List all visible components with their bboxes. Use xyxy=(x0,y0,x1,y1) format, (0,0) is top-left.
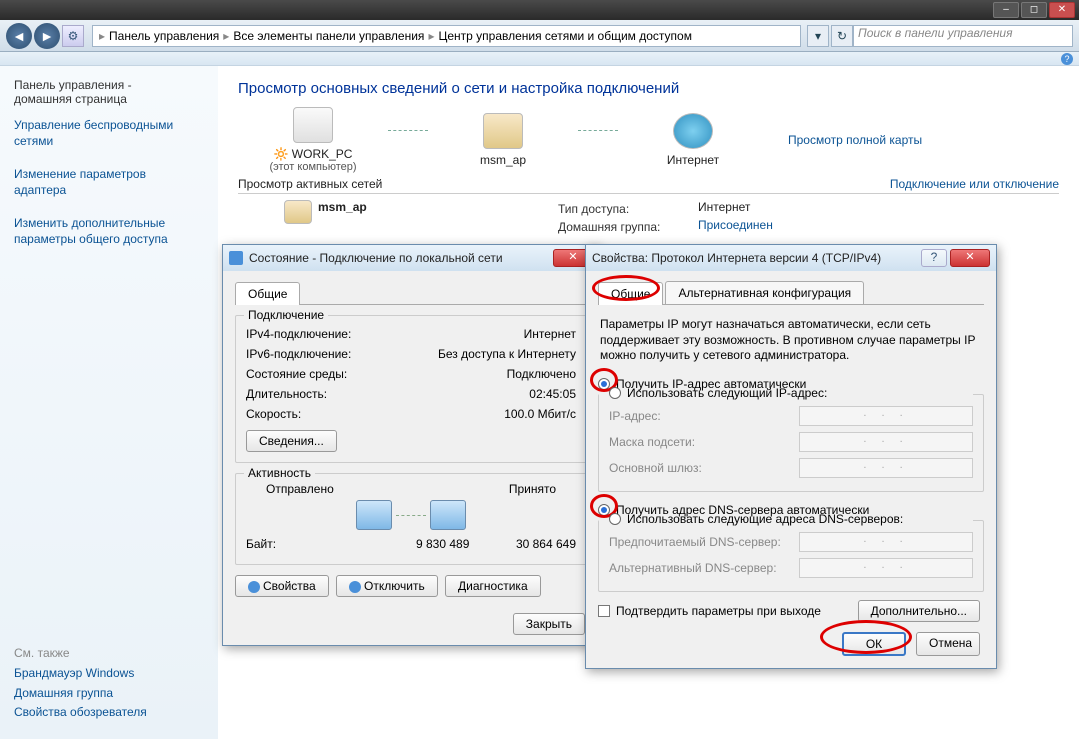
breadcrumb-dropdown[interactable]: ▾ xyxy=(807,25,829,47)
command-bar: ? xyxy=(0,52,1079,66)
house-icon xyxy=(284,200,312,224)
tab-general[interactable]: Общие xyxy=(235,282,300,305)
advanced-button[interactable]: Дополнительно... xyxy=(858,600,980,622)
static-dns-group: Использовать следующие адреса DNS-сервер… xyxy=(598,520,984,592)
refresh-button[interactable]: ↻ xyxy=(831,25,853,47)
tab-alt-config[interactable]: Альтернативная конфигурация xyxy=(665,281,864,304)
intro-text: Параметры IP могут назначаться автоматич… xyxy=(598,315,984,374)
maximize-button[interactable]: ◻ xyxy=(1021,2,1047,18)
shield-icon xyxy=(349,581,361,593)
dialog-titlebar[interactable]: Свойства: Протокол Интернета версии 4 (T… xyxy=(586,245,996,271)
monitor-recv-icon xyxy=(430,500,466,530)
dialog-title: Состояние - Подключение по локальной сет… xyxy=(249,251,503,265)
properties-button[interactable]: Свойства xyxy=(235,575,329,597)
network-icon xyxy=(229,251,243,265)
chevron-right-icon: ▸ xyxy=(97,29,107,43)
globe-icon xyxy=(673,113,713,149)
monitor-sent-icon xyxy=(356,500,392,530)
sidebar-home[interactable]: Панель управления -домашняя страница xyxy=(14,78,204,106)
network-name[interactable]: msm_ap xyxy=(318,200,367,214)
breadcrumb-item[interactable]: Все элементы панели управления xyxy=(231,29,426,43)
map-node-network[interactable]: msm_ap xyxy=(428,113,578,167)
dialog-title: Свойства: Протокол Интернета версии 4 (T… xyxy=(592,251,881,265)
close-button[interactable]: ✕ xyxy=(1049,2,1075,18)
see-firewall[interactable]: Брандмауэр Windows xyxy=(14,666,204,682)
tab-row: Общие Альтернативная конфигурация xyxy=(598,281,984,305)
sent-label: Отправлено xyxy=(266,482,334,496)
control-panel-icon: ⚙ xyxy=(62,25,84,47)
see-also: См. также Брандмауэр Windows Домашняя гр… xyxy=(14,646,204,725)
map-node-pc[interactable]: 🔆 WORK_PC (этот компьютер) xyxy=(238,107,388,173)
connection-line xyxy=(388,130,428,131)
ok-button[interactable]: ОК xyxy=(842,632,906,656)
details-button[interactable]: Сведения... xyxy=(246,430,337,452)
sidebar-link-sharing[interactable]: Изменить дополнительныепараметры общего … xyxy=(14,216,204,247)
see-browser[interactable]: Свойства обозревателя xyxy=(14,705,204,721)
titlebar: – ◻ ✕ xyxy=(0,0,1079,20)
dialog-titlebar[interactable]: Состояние - Подключение по локальной сет… xyxy=(223,245,599,271)
mask-field: . . . xyxy=(799,432,973,452)
breadcrumb-item[interactable]: Панель управления xyxy=(107,29,221,43)
cancel-button[interactable]: Отмена xyxy=(916,632,980,656)
active-nets-label: Просмотр активных сетей xyxy=(238,177,382,191)
homegroup-label: Домашняя группа: xyxy=(558,218,698,236)
tab-general[interactable]: Общие xyxy=(598,282,663,305)
dns1-field: . . . xyxy=(799,532,973,552)
dns2-field: . . . xyxy=(799,558,973,578)
chevron-right-icon: ▸ xyxy=(221,29,231,43)
ip-field: . . . xyxy=(799,406,973,426)
activity-group: Активность Отправлено Принято Байт: 9 83… xyxy=(235,473,587,565)
sidebar-link-wireless[interactable]: Управление беспроводнымисетями xyxy=(14,118,204,149)
help-icon[interactable]: ? xyxy=(1061,53,1073,65)
network-map: 🔆 WORK_PC (этот компьютер) msm_ap Интерн… xyxy=(238,107,1059,173)
ipv4-dialog: Свойства: Протокол Интернета версии 4 (T… xyxy=(585,244,997,669)
breadcrumb-item[interactable]: Центр управления сетями и общим доступом xyxy=(436,29,694,43)
forward-button[interactable]: ► xyxy=(34,23,60,49)
radio-auto-ip[interactable]: Получить IP-адрес автоматически xyxy=(598,374,984,394)
shield-icon xyxy=(248,581,260,593)
sidebar-link-adapter[interactable]: Изменение параметровадаптера xyxy=(14,167,204,198)
see-homegroup[interactable]: Домашняя группа xyxy=(14,686,204,702)
connection-group: Подключение IPv4-подключение:Интернет IP… xyxy=(235,315,587,463)
diagnose-button[interactable]: Диагностика xyxy=(445,575,541,597)
validate-checkbox[interactable]: Подтвердить параметры при выходе xyxy=(598,604,821,618)
tab-row: Общие xyxy=(235,281,587,305)
dialog-help-button[interactable]: ? xyxy=(921,249,947,267)
recv-label: Принято xyxy=(509,482,556,496)
group-legend: Активность xyxy=(244,466,315,480)
see-also-header: См. также xyxy=(14,646,204,660)
chevron-right-icon: ▸ xyxy=(426,29,436,43)
group-legend: Подключение xyxy=(244,308,328,322)
computer-icon xyxy=(293,107,333,143)
back-button[interactable]: ◄ xyxy=(6,23,32,49)
sidebar: Панель управления -домашняя страница Упр… xyxy=(0,66,218,739)
static-ip-group: Использовать следующий IP-адрес: IP-адре… xyxy=(598,394,984,492)
house-icon xyxy=(483,113,523,149)
status-dialog: Состояние - Подключение по локальной сет… xyxy=(222,244,600,646)
access-type-label: Тип доступа: xyxy=(558,200,698,218)
connect-disconnect-link[interactable]: Подключение или отключение xyxy=(890,177,1059,191)
connection-line xyxy=(578,130,618,131)
address-bar: ◄ ► ⚙ ▸ Панель управления ▸ Все элементы… xyxy=(0,20,1079,52)
minimize-button[interactable]: – xyxy=(993,2,1019,18)
disable-button[interactable]: Отключить xyxy=(336,575,438,597)
close-button[interactable]: Закрыть xyxy=(513,613,585,635)
radio-auto-dns[interactable]: Получить адрес DNS-сервера автоматически xyxy=(598,500,984,520)
access-type-value: Интернет xyxy=(698,200,750,218)
page-title: Просмотр основных сведений о сети и наст… xyxy=(238,80,1059,97)
dialog-close-button[interactable]: ✕ xyxy=(950,249,990,267)
full-map-link[interactable]: Просмотр полной карты xyxy=(788,133,922,147)
homegroup-value[interactable]: Присоединен xyxy=(698,218,773,236)
breadcrumb[interactable]: ▸ Панель управления ▸ Все элементы панел… xyxy=(92,25,801,47)
search-input[interactable]: Поиск в панели управления xyxy=(853,25,1073,47)
map-node-internet[interactable]: Интернет xyxy=(618,113,768,167)
gateway-field: . . . xyxy=(799,458,973,478)
